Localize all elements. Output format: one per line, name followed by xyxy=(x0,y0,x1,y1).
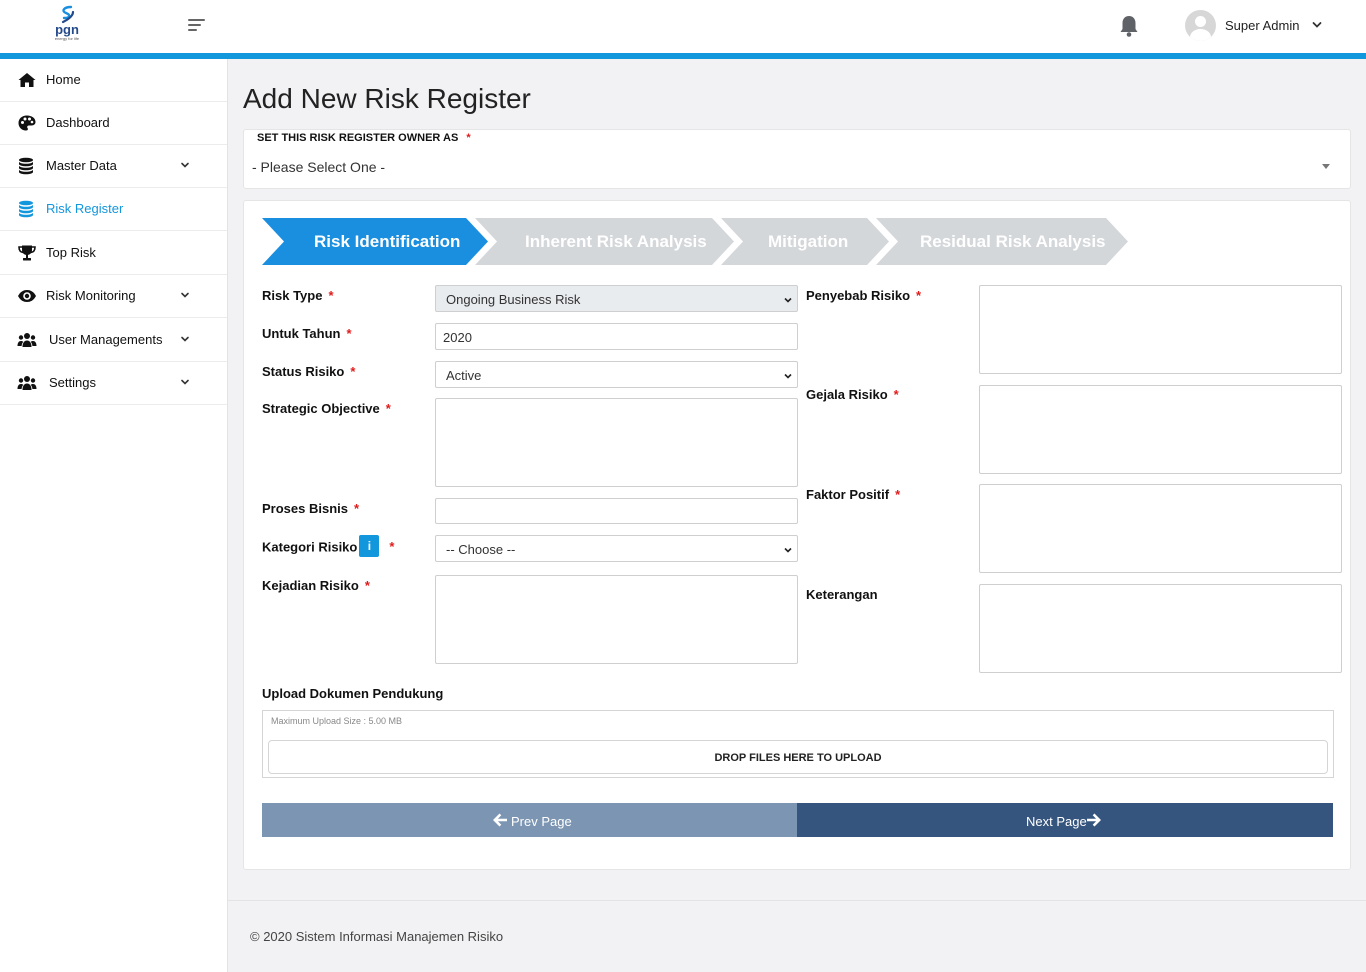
sidebar-item-label: Settings xyxy=(49,375,96,390)
sidebar-item-label: Top Risk xyxy=(46,245,96,260)
database-icon xyxy=(19,200,33,218)
sidebar-item-home[interactable]: Home xyxy=(0,59,227,102)
palette-icon xyxy=(18,115,36,131)
strategic-objective-textarea[interactable] xyxy=(435,398,798,487)
next-page-button[interactable]: Next Page xyxy=(797,803,1333,837)
prev-page-label: Prev Page xyxy=(511,814,572,829)
sidebar-item-label: User Managements xyxy=(49,332,163,347)
arrow-left-icon xyxy=(493,813,507,827)
owner-select[interactable]: - Please Select One - xyxy=(252,158,1342,180)
status-risiko-value: Active xyxy=(446,368,482,383)
wizard-stepper: Risk Identification Inherent Risk Analys… xyxy=(262,218,1132,265)
faktor-positif-textarea[interactable] xyxy=(979,484,1342,573)
sidebar-item-top-risk[interactable]: Top Risk xyxy=(0,232,227,275)
trophy-icon xyxy=(18,245,36,261)
logo-tagline: energy for life xyxy=(54,36,80,41)
menu-toggle-icon[interactable] xyxy=(188,16,210,34)
sidebar-item-settings[interactable]: Settings xyxy=(0,362,227,405)
step-residual-risk-analysis[interactable]: Residual Risk Analysis xyxy=(920,232,1106,252)
chevron-down-icon xyxy=(181,379,189,385)
logo-text: pgn xyxy=(55,22,79,37)
sidebar-item-label: Risk Register xyxy=(46,201,124,216)
owner-select-value: - Please Select One - xyxy=(252,159,386,175)
status-risiko-select[interactable]: Active xyxy=(435,361,798,388)
kejadian-risiko-textarea[interactable] xyxy=(435,575,798,664)
top-bar: pgn energy for life Super Admin xyxy=(0,0,1366,53)
owner-select-panel: SET THIS RISK REGISTER OWNER AS * - Plea… xyxy=(243,129,1351,189)
sidebar-item-label: Risk Monitoring xyxy=(46,288,136,303)
faktor-positif-label: Faktor Positif * xyxy=(806,487,901,502)
risk-form-card: Risk Identification Inherent Risk Analys… xyxy=(243,200,1351,870)
kategori-risiko-value: -- Choose -- xyxy=(446,542,516,557)
gejala-risiko-textarea[interactable] xyxy=(979,385,1342,474)
penyebab-risiko-textarea[interactable] xyxy=(979,285,1342,374)
home-icon xyxy=(18,73,36,87)
risk-type-label: Risk Type * xyxy=(262,288,334,303)
pgn-logo[interactable]: pgn energy for life xyxy=(50,5,84,49)
penyebab-risiko-label: Penyebab Risiko * xyxy=(806,288,922,303)
sidebar-item-master-data[interactable]: Master Data xyxy=(0,145,227,188)
proses-bisnis-input[interactable] xyxy=(435,498,798,524)
sidebar-item-risk-monitoring[interactable]: Risk Monitoring xyxy=(0,275,227,318)
info-icon[interactable]: i xyxy=(359,535,380,557)
owner-label: SET THIS RISK REGISTER OWNER AS * xyxy=(257,132,471,144)
keterangan-label: Keterangan xyxy=(806,587,878,602)
strategic-objective-label: Strategic Objective * xyxy=(262,401,391,416)
chevron-down-icon xyxy=(784,297,792,303)
proses-bisnis-label: Proses Bisnis * xyxy=(262,501,360,516)
untuk-tahun-value: 2020 xyxy=(443,330,472,345)
chevron-down-icon xyxy=(181,162,189,168)
upload-label: Upload Dokumen Pendukung xyxy=(262,686,444,701)
dropzone-text: DROP FILES HERE TO UPLOAD xyxy=(714,752,882,764)
kategori-risiko-select[interactable]: -- Choose -- xyxy=(435,535,798,562)
sidebar-item-label: Dashboard xyxy=(46,115,110,130)
sidebar-item-label: Home xyxy=(46,72,81,87)
caret-down-icon xyxy=(1322,164,1330,169)
untuk-tahun-label: Untuk Tahun * xyxy=(262,326,352,341)
users-icon xyxy=(17,333,37,347)
sidebar: Home Dashboard Master Data Risk Register… xyxy=(0,59,228,972)
database-icon xyxy=(19,157,33,175)
step-mitigation[interactable]: Mitigation xyxy=(768,232,848,252)
sidebar-item-label: Master Data xyxy=(46,158,117,173)
upload-panel: Maximum Upload Size : 5.00 MB DROP FILES… xyxy=(262,710,1334,778)
chevron-down-icon xyxy=(181,292,189,298)
chevron-down-icon xyxy=(784,547,792,553)
prev-page-button[interactable]: Prev Page xyxy=(262,803,797,837)
gejala-risiko-label: Gejala Risiko * xyxy=(806,387,899,402)
chevron-down-icon xyxy=(1312,22,1322,28)
sidebar-item-dashboard[interactable]: Dashboard xyxy=(0,102,227,145)
sidebar-item-risk-register[interactable]: Risk Register xyxy=(0,188,227,231)
user-menu[interactable]: Super Admin xyxy=(1185,10,1335,42)
owner-label-text: SET THIS RISK REGISTER OWNER AS xyxy=(257,132,459,144)
kejadian-risiko-label: Kejadian Risiko * xyxy=(262,578,370,593)
users-icon xyxy=(17,376,37,390)
keterangan-textarea[interactable] xyxy=(979,584,1342,673)
next-page-label: Next Page xyxy=(1026,814,1087,829)
step-inherent-risk-analysis[interactable]: Inherent Risk Analysis xyxy=(525,232,707,252)
sidebar-item-user-managements[interactable]: User Managements xyxy=(0,319,227,362)
untuk-tahun-input[interactable]: 2020 xyxy=(435,323,798,350)
status-risiko-label: Status Risiko * xyxy=(262,364,356,379)
risk-type-value: Ongoing Business Risk xyxy=(446,292,581,307)
notification-bell-icon[interactable] xyxy=(1118,14,1140,38)
step-risk-identification[interactable]: Risk Identification xyxy=(314,232,460,252)
footer-divider xyxy=(228,900,1366,901)
footer-copyright: © 2020 Sistem Informasi Manajemen Risiko xyxy=(250,929,504,944)
file-dropzone[interactable]: DROP FILES HERE TO UPLOAD xyxy=(268,740,1328,774)
kategori-risiko-label: Kategori Risiko i * xyxy=(262,535,394,557)
required-marker: * xyxy=(466,132,471,144)
eye-icon xyxy=(18,290,36,302)
page-title: Add New Risk Register xyxy=(243,83,531,114)
arrow-right-icon xyxy=(1087,813,1101,827)
user-name: Super Admin xyxy=(1225,18,1300,33)
risk-type-select[interactable]: Ongoing Business Risk xyxy=(435,285,798,312)
upload-size-hint: Maximum Upload Size : 5.00 MB xyxy=(271,716,403,726)
chevron-down-icon xyxy=(784,373,792,379)
chevron-down-icon xyxy=(181,336,189,342)
avatar xyxy=(1185,10,1216,41)
